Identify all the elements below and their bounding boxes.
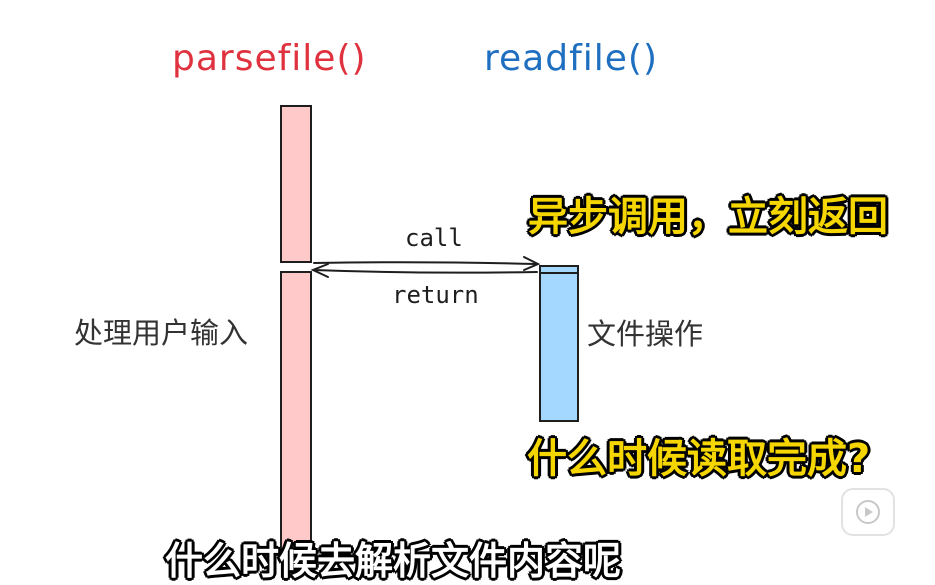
user-input-note: 处理用户输入 — [74, 316, 249, 350]
caption-subtitle: 什么时候去解析文件内容呢 — [165, 539, 622, 583]
call-arrow — [313, 261, 538, 265]
play-icon — [856, 500, 880, 524]
caption-when-done: 什么时候读取完成? — [527, 436, 871, 482]
call-label: call — [405, 224, 463, 252]
return-label: return — [392, 281, 479, 309]
play-button[interactable] — [841, 488, 895, 536]
return-arrow — [313, 269, 538, 274]
caption-async-return: 异步调用，立刻返回 — [528, 194, 888, 240]
file-operation-note: 文件操作 — [587, 317, 704, 351]
